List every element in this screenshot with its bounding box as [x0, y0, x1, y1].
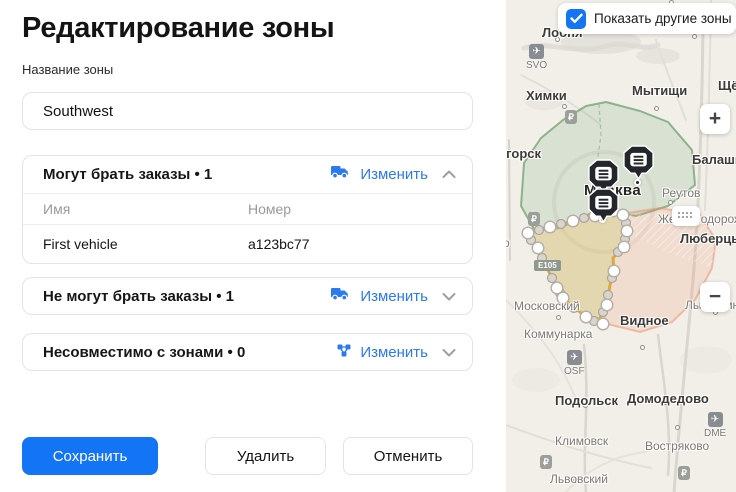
toll-road-icon: ₽ [565, 110, 577, 124]
save-button[interactable]: Сохранить [22, 437, 158, 475]
cargo-depot-pin[interactable] [622, 144, 655, 183]
zone-name-label: Название зоны [22, 62, 113, 77]
town-dot [654, 106, 659, 111]
section-can-take-orders: Могут брать заказы • 1 Изменить Имя Номе… [22, 155, 473, 264]
town-label: Одинцово [506, 236, 510, 250]
toll-road-icon: ₽ [540, 455, 552, 469]
column-header-number: Номер [248, 201, 472, 217]
town-label: Коммунарка [524, 327, 592, 341]
edit-incompatible-zones-link[interactable]: Изменить [360, 344, 428, 361]
toll-road-icon: ₽ [678, 466, 690, 480]
section-incompatible-zones: Несовместимо с зонами • 0 Изменить [22, 333, 473, 371]
town-label: Подольск [555, 393, 618, 408]
map[interactable]: Красногорск Лобня Химки Мытищи Щёлково Б… [506, 0, 736, 492]
chevron-down-icon[interactable] [442, 292, 456, 301]
airplane-icon: ✈ [567, 350, 582, 365]
town-label: Балашиха [692, 152, 736, 167]
section-title: Не могут брать заказы • 1 [43, 288, 234, 305]
section-title: Могут брать заказы • 1 [43, 166, 212, 183]
airport-marker: ✈ OSF [564, 350, 585, 377]
section-cannot-take-orders-header[interactable]: Не могут брать заказы • 1 Изменить [23, 278, 472, 315]
section-incompatible-zones-header[interactable]: Несовместимо с зонами • 0 Изменить [23, 334, 472, 371]
town-dot [562, 104, 567, 109]
airport-code: OSF [564, 366, 585, 377]
section-actions: Изменить [337, 344, 456, 362]
section-title: Несовместимо с зонами • 0 [43, 344, 245, 361]
truck-icon [330, 287, 351, 306]
cargo-depot-pin[interactable] [587, 187, 620, 226]
town-label: Люберцы [680, 231, 736, 246]
edit-excluded-vehicles-link[interactable]: Изменить [360, 288, 428, 305]
town-label: Щёлково [718, 78, 736, 93]
airport-code: DME [704, 428, 726, 439]
town-dot [692, 34, 697, 39]
town-label: Химки [526, 88, 567, 103]
delete-button[interactable]: Удалить [205, 437, 326, 475]
town-dot [556, 315, 561, 320]
truck-icon [330, 165, 351, 184]
section-cannot-take-orders: Не могут брать заказы • 1 Изменить [22, 277, 473, 315]
zoom-in-button[interactable]: + [700, 104, 730, 134]
airport-marker: ✈ DME [704, 412, 726, 439]
page-title: Редактирование зоны [22, 12, 334, 45]
airport-code: SVO [526, 60, 547, 71]
zone-name-value: Southwest [43, 103, 113, 120]
airport-marker: ✈ SVO [526, 44, 547, 71]
town-label: Московский [514, 299, 580, 313]
toll-road-icon: ₽ [528, 212, 540, 226]
map-canvas[interactable] [506, 0, 736, 492]
edit-vehicles-link[interactable]: Изменить [360, 166, 428, 183]
town-dot [640, 345, 645, 350]
cancel-button[interactable]: Отменить [343, 437, 473, 475]
show-other-zones-toggle: Показать другие зоны [558, 3, 736, 34]
town-label: Реутов [662, 186, 700, 200]
edit-zone-panel: Редактирование зоны Название зоны Southw… [0, 0, 506, 492]
airplane-icon: ✈ [708, 412, 723, 427]
town-dot [668, 200, 673, 205]
town-label: Домодедово [627, 391, 709, 406]
dots-grid-icon [678, 212, 694, 220]
town-label: Видное [620, 313, 669, 328]
town-label: Востряково [645, 439, 709, 453]
zoom-out-button[interactable]: − [700, 282, 730, 312]
zones-icon [337, 344, 351, 362]
section-actions: Изменить [330, 287, 456, 306]
vehicle-table-header: Имя Номер [23, 193, 472, 224]
town-label: Климовск [555, 434, 608, 448]
town-dot [675, 425, 680, 430]
map-dots-button[interactable] [672, 206, 700, 226]
town-label: Мытищи [632, 83, 687, 98]
zone-name-input[interactable]: Southwest [22, 92, 473, 130]
town-label: Львовский [550, 472, 608, 486]
toggle-label: Показать другие зоны [594, 11, 732, 26]
zone-editor-app: Редактирование зоны Название зоны Southw… [0, 0, 736, 492]
vehicle-number-cell: a123bc77 [248, 236, 472, 252]
checkbox-checked[interactable] [566, 9, 586, 29]
section-actions: Изменить [330, 165, 456, 184]
road-number-badge: E105 [534, 260, 561, 271]
chevron-up-icon[interactable] [442, 170, 456, 179]
column-header-name: Имя [23, 201, 248, 217]
section-can-take-orders-header[interactable]: Могут брать заказы • 1 Изменить [23, 156, 472, 193]
table-row[interactable]: First vehicle a123bc77 [23, 224, 472, 263]
vehicle-name-cell: First vehicle [23, 236, 248, 252]
town-label: Красногорск [506, 146, 541, 161]
chevron-down-icon[interactable] [442, 348, 456, 357]
airplane-icon: ✈ [529, 44, 544, 59]
